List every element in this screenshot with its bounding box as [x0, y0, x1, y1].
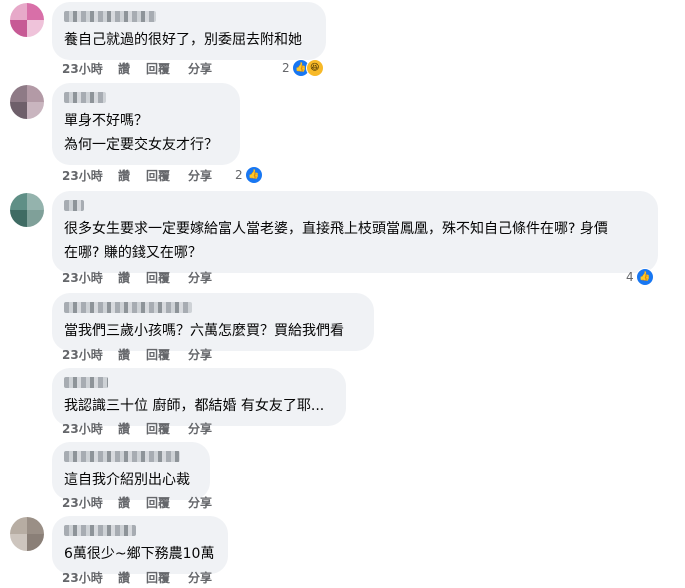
- share-button[interactable]: 分享: [188, 269, 228, 286]
- haha-icon: 😆: [305, 59, 324, 77]
- comment-time[interactable]: 23小時: [62, 569, 118, 586]
- reply-button[interactable]: 回覆: [146, 60, 188, 77]
- share-button[interactable]: 分享: [188, 60, 228, 77]
- reaction-summary[interactable]: 2 👍: [235, 166, 263, 184]
- comment-text: 單身不好嗎？ 為何一定要交女友才行？: [64, 113, 218, 153]
- comment-text: 很多女生要求一定要嫁給富人當老婆，直接飛上枝頭當鳳凰，殊不知自己條件在哪? 身價…: [64, 221, 608, 261]
- commenter-name[interactable]: [64, 200, 84, 211]
- comment-time[interactable]: 23小時: [62, 269, 118, 286]
- reaction-summary[interactable]: 4 👍: [626, 268, 654, 286]
- reply-button[interactable]: 回覆: [146, 346, 188, 363]
- like-icon: 👍: [244, 166, 263, 184]
- comment-bubble: 這自我介紹別出心裁: [52, 442, 210, 500]
- like-button[interactable]: 讚: [118, 420, 146, 437]
- comment-text: 這自我介紹別出心裁: [64, 472, 190, 488]
- avatar[interactable]: [10, 193, 44, 227]
- like-button[interactable]: 讚: [118, 60, 146, 77]
- reaction-summary[interactable]: 2 👍 😆: [282, 59, 324, 77]
- comment-bubble: 養自己就過的很好了，別委屈去附和她: [52, 2, 326, 60]
- comment-text: 6萬很少~鄉下務農10萬: [64, 546, 215, 562]
- reply-button[interactable]: 回覆: [146, 494, 188, 511]
- like-button[interactable]: 讚: [118, 346, 146, 363]
- comment-time[interactable]: 23小時: [62, 167, 118, 184]
- share-button[interactable]: 分享: [188, 167, 228, 184]
- share-button[interactable]: 分享: [188, 569, 228, 586]
- reaction-count: 4: [626, 270, 634, 284]
- share-button[interactable]: 分享: [188, 346, 228, 363]
- like-button[interactable]: 讚: [118, 167, 146, 184]
- comment-bubble: 我認識三十位 廚師，都結婚 有女友了耶...: [52, 368, 346, 426]
- comment-time[interactable]: 23小時: [62, 494, 118, 511]
- reply-button[interactable]: 回覆: [146, 167, 188, 184]
- like-button[interactable]: 讚: [118, 269, 146, 286]
- avatar[interactable]: [10, 3, 44, 37]
- comment-time[interactable]: 23小時: [62, 346, 118, 363]
- comment-bubble: 單身不好嗎？ 為何一定要交女友才行？: [52, 83, 240, 165]
- comment-text: 當我們三歲小孩嗎？六萬怎麼買？買給我們看: [64, 323, 344, 339]
- comment-bubble: 6萬很少~鄉下務農10萬: [52, 516, 228, 574]
- commenter-name[interactable]: [64, 451, 180, 462]
- share-button[interactable]: 分享: [188, 420, 228, 437]
- commenter-name[interactable]: [64, 302, 192, 313]
- comment-text: 養自己就過的很好了，別委屈去附和她: [64, 32, 302, 48]
- reaction-count: 2: [282, 61, 290, 75]
- comment-bubble: 當我們三歲小孩嗎？六萬怎麼買？買給我們看: [52, 293, 374, 351]
- commenter-name[interactable]: [64, 92, 106, 103]
- commenter-name[interactable]: [64, 525, 136, 536]
- reply-button[interactable]: 回覆: [146, 569, 188, 586]
- share-button[interactable]: 分享: [188, 494, 228, 511]
- comment-time[interactable]: 23小時: [62, 60, 118, 77]
- comment-time[interactable]: 23小時: [62, 420, 118, 437]
- like-button[interactable]: 讚: [118, 494, 146, 511]
- like-icon: 👍: [635, 268, 654, 286]
- reaction-count: 2: [235, 168, 243, 182]
- comment-bubble: 很多女生要求一定要嫁給富人當老婆，直接飛上枝頭當鳳凰，殊不知自己條件在哪? 身價…: [52, 191, 658, 273]
- reply-button[interactable]: 回覆: [146, 269, 188, 286]
- reply-button[interactable]: 回覆: [146, 420, 188, 437]
- avatar[interactable]: [10, 85, 44, 119]
- comment-text: 我認識三十位 廚師，都結婚 有女友了耶...: [64, 398, 325, 414]
- avatar[interactable]: [10, 517, 44, 551]
- commenter-name[interactable]: [64, 11, 156, 22]
- like-button[interactable]: 讚: [118, 569, 146, 586]
- commenter-name[interactable]: [64, 377, 108, 388]
